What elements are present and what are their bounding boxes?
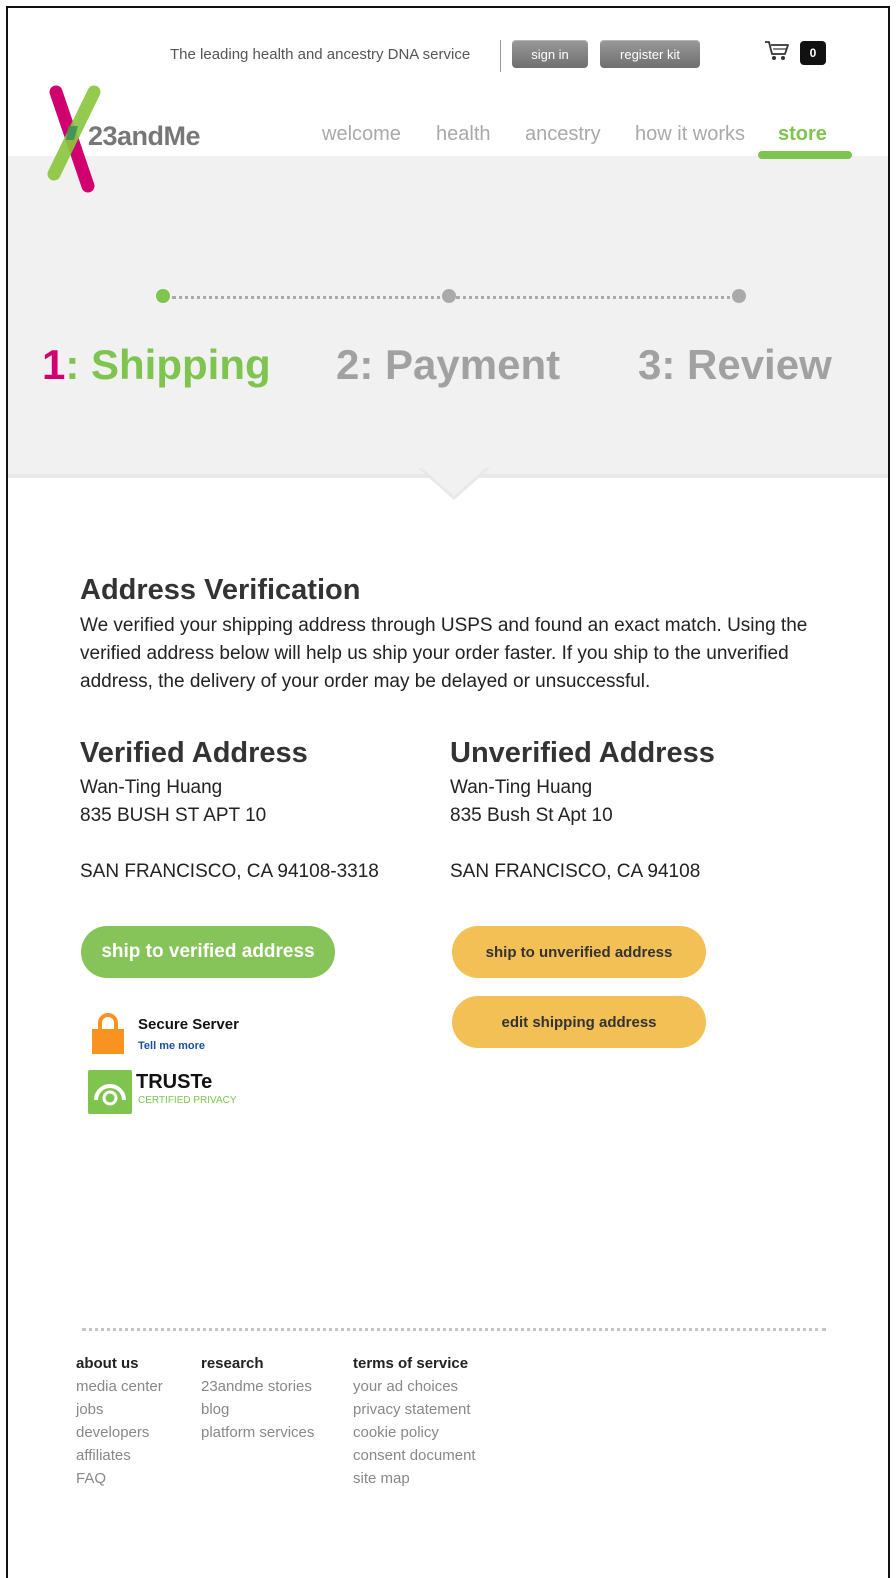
progress-line-1 (172, 296, 448, 299)
unverified-name: Wan-Ting Huang (450, 777, 593, 798)
unverified-address: Wan-Ting Huang 835 Bush St Apt 10 SAN FR… (450, 774, 700, 886)
nav-store[interactable]: store (778, 123, 827, 146)
step-1-dot (156, 289, 170, 303)
cart-icon[interactable] (764, 40, 790, 62)
footer-terms[interactable]: terms of service (353, 1352, 476, 1375)
step-2-dot (442, 289, 456, 303)
truste-icon[interactable] (88, 1070, 132, 1114)
footer-link[interactable]: consent document (353, 1444, 476, 1467)
page-frame: The leading health and ancestry DNA serv… (6, 6, 890, 1578)
sign-in-button[interactable]: sign in (512, 40, 588, 68)
nav-how-it-works[interactable]: how it works (635, 123, 745, 146)
page-title: Address Verification (80, 574, 361, 606)
step-3-dot (732, 289, 746, 303)
step-shipping: 1: Shipping (42, 341, 271, 389)
footer-link[interactable]: site map (353, 1467, 476, 1490)
secure-server-label: Secure Server (138, 1016, 239, 1033)
register-kit-button[interactable]: register kit (600, 40, 700, 68)
footer-link[interactable]: your ad choices (353, 1375, 476, 1398)
progress-line-2 (456, 296, 738, 299)
footer-research[interactable]: research (201, 1352, 314, 1375)
truste-name[interactable]: TRUSTe (136, 1071, 212, 1094)
step-payment: 2: Payment (336, 341, 561, 388)
ship-to-verified-button[interactable]: ship to verified address (81, 926, 335, 978)
band-notch-inner (422, 468, 486, 496)
footer-divider (82, 1328, 826, 1331)
step-1-number: 1 (42, 341, 66, 388)
unverified-line1: 835 Bush St Apt 10 (450, 805, 613, 826)
nav-welcome[interactable]: welcome (322, 123, 401, 146)
nav-active-indicator (758, 151, 852, 159)
nav-ancestry[interactable]: ancestry (525, 123, 601, 146)
tagline: The leading health and ancestry DNA serv… (170, 46, 471, 63)
footer-about-us[interactable]: about us (76, 1352, 163, 1375)
tell-me-more-link[interactable]: Tell me more (138, 1040, 205, 1052)
footer-link[interactable]: media center (76, 1375, 163, 1398)
footer-link[interactable]: platform services (201, 1421, 314, 1444)
nav-health[interactable]: health (436, 123, 491, 146)
footer-link[interactable]: developers (76, 1421, 163, 1444)
unverified-blank (450, 830, 700, 858)
verified-blank (80, 830, 379, 858)
unverified-title: Unverified Address (450, 737, 715, 769)
footer-link[interactable]: blog (201, 1398, 314, 1421)
footer-link[interactable]: 23andme stories (201, 1375, 314, 1398)
footer-link[interactable]: jobs (76, 1398, 163, 1421)
cart-count-badge[interactable]: 0 (800, 41, 826, 65)
edit-shipping-address-button[interactable]: edit shipping address (452, 996, 706, 1048)
ship-to-unverified-button[interactable]: ship to unverified address (452, 926, 706, 978)
unverified-city: SAN FRANCISCO, CA 94108 (450, 861, 701, 882)
footer-link[interactable]: privacy statement (353, 1398, 476, 1421)
footer-link[interactable]: affiliates (76, 1444, 163, 1467)
truste-subtitle: CERTIFIED PRIVACY (138, 1095, 237, 1106)
intro-text: We verified your shipping address throug… (80, 615, 808, 692)
step-1-label: : Shipping (65, 341, 271, 388)
footer-col-research: research 23andme stories blog platform s… (201, 1352, 314, 1444)
footer-link[interactable]: FAQ (76, 1467, 163, 1490)
divider (500, 40, 501, 72)
logo-text[interactable]: 23andMe (88, 121, 201, 152)
step-review: 3: Review (638, 341, 832, 388)
footer-link[interactable]: cookie policy (353, 1421, 476, 1444)
verified-address: Wan-Ting Huang 835 BUSH ST APT 10 SAN FR… (80, 774, 379, 886)
footer-col-terms: terms of service your ad choices privacy… (353, 1352, 476, 1490)
verified-line1: 835 BUSH ST APT 10 (80, 805, 267, 826)
lock-icon (92, 1013, 124, 1054)
hero-band (8, 156, 888, 478)
verified-name: Wan-Ting Huang (80, 777, 223, 798)
verified-title: Verified Address (80, 737, 308, 769)
verified-city: SAN FRANCISCO, CA 94108-3318 (80, 861, 379, 882)
footer-col-about: about us media center jobs developers af… (76, 1352, 163, 1490)
